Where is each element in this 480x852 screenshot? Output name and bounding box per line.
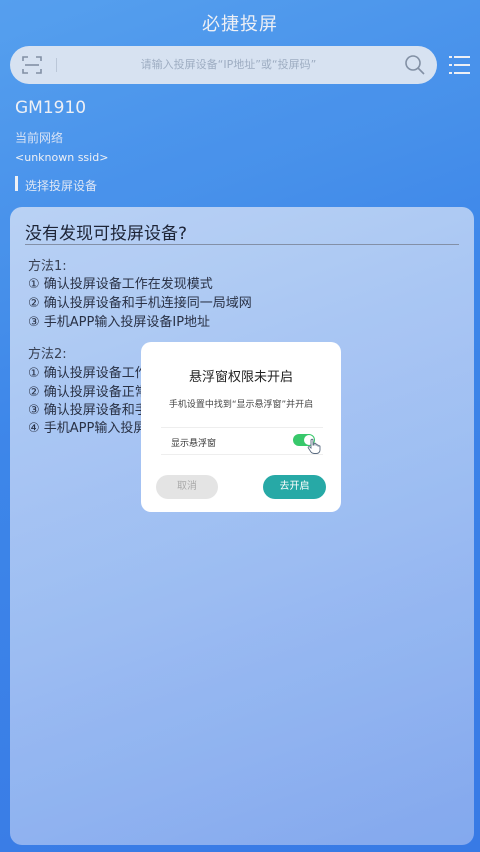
cancel-button[interactable]: 取消	[156, 475, 218, 499]
dialog-title: 悬浮窗权限未开启	[188, 370, 293, 385]
hand-pointer-icon	[307, 438, 321, 454]
dialog-message: 手机设置中找到“显示悬浮窗”并开启	[168, 400, 314, 410]
overlay-setting-row[interactable]: 显示悬浮窗	[161, 427, 323, 455]
setting-label: 显示悬浮窗	[171, 439, 217, 449]
permission-dialog: 悬浮窗权限未开启 手机设置中找到“显示悬浮窗”并开启 显示悬浮窗 取消 去开启	[141, 342, 341, 512]
go-enable-button[interactable]: 去开启	[263, 475, 326, 499]
